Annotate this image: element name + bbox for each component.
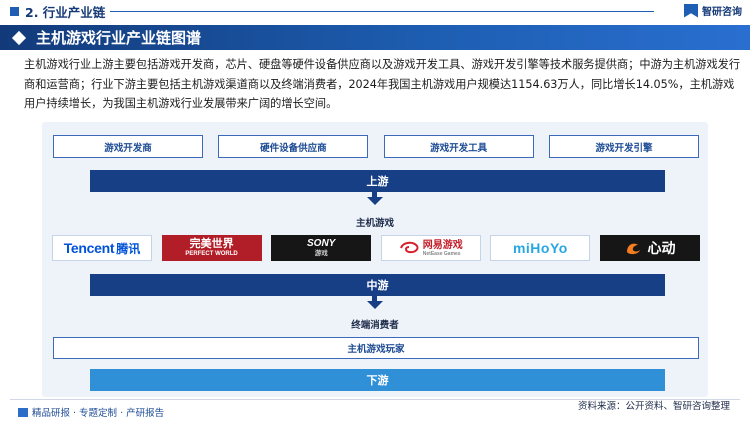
xindong-mark-icon bbox=[627, 243, 641, 255]
logo-netease-sub: NetEase Games bbox=[422, 250, 461, 257]
logo-sony-sub: 游戏 bbox=[314, 250, 328, 257]
down-arrow-icon bbox=[367, 301, 383, 309]
logo-tencent-text: Tencent bbox=[63, 240, 115, 256]
downstream-category: 终端消费者 bbox=[351, 320, 399, 331]
downstream-box-players: 主机游戏玩家 bbox=[53, 337, 699, 359]
brand: 智研咨询 bbox=[684, 3, 742, 18]
upstream-box-developer: 游戏开发商 bbox=[53, 135, 203, 158]
logo-mihoyo: miHoYo bbox=[490, 235, 591, 261]
logo-netease: 网易游戏 NetEase Games bbox=[380, 235, 481, 261]
header-divider bbox=[110, 11, 654, 12]
logo-sony-text: SONY bbox=[307, 238, 336, 249]
footer-tagline: 精品研报 · 专题定制 · 产研报告 bbox=[18, 405, 164, 419]
down-arrow-icon bbox=[367, 197, 383, 205]
upstream-box-tools: 游戏开发工具 bbox=[383, 135, 534, 158]
company-logos: Tencent 腾讯 完美世界 PERFECT WORLD SONY 游戏 网易… bbox=[52, 235, 700, 261]
upstream-box-hardware: 硬件设备供应商 bbox=[218, 135, 369, 158]
logo-sony: SONY 游戏 bbox=[271, 235, 372, 261]
title-bar: 主机游戏行业产业链图谱 bbox=[0, 25, 750, 50]
logo-tencent: Tencent 腾讯 bbox=[52, 235, 152, 261]
report-icon bbox=[18, 407, 28, 417]
logo-xindong-text: 心动 bbox=[647, 240, 676, 256]
netease-swirl-icon bbox=[399, 241, 419, 254]
footer-tagline-text: 精品研报 · 专题定制 · 产研报告 bbox=[32, 408, 165, 419]
logo-netease-text: 网易游戏 bbox=[422, 239, 463, 251]
footer-source: 资料来源：公开资料、智研咨询整理 bbox=[577, 401, 730, 412]
intro-paragraph: 主机游戏行业上游主要包括游戏开发商，芯片、硬盘等硬件设备供应商以及游戏开发工具、… bbox=[24, 58, 741, 110]
upstream-boxes: 游戏开发商 硬件设备供应商 游戏开发工具 游戏开发引擎 bbox=[53, 135, 699, 158]
midstream-band: 中游 bbox=[90, 274, 665, 296]
downstream-band: 下游 bbox=[90, 369, 665, 391]
brand-logo-icon bbox=[684, 3, 698, 18]
logo-mihoyo-text: miHoYo bbox=[512, 240, 568, 256]
upstream-box-engine: 游戏开发引擎 bbox=[548, 135, 699, 158]
brand-name: 智研咨询 bbox=[702, 7, 742, 18]
section-marker-icon bbox=[10, 6, 19, 16]
logo-perfect-world-text: 完美世界 bbox=[189, 238, 234, 250]
diamond-icon bbox=[11, 30, 27, 45]
logo-tencent-sub: 腾讯 bbox=[116, 241, 141, 256]
top-bar: 2. 行业产业链 智研咨询 bbox=[0, 0, 750, 22]
logo-xindong: 心动 bbox=[599, 235, 700, 261]
midstream-category: 主机游戏 bbox=[355, 218, 394, 229]
page-title: 主机游戏行业产业链图谱 bbox=[36, 29, 202, 47]
logo-perfect-world-sub: PERFECT WORLD bbox=[185, 251, 238, 257]
section-title: 2. 行业产业链 bbox=[25, 4, 106, 20]
logo-perfect-world: 完美世界 PERFECT WORLD bbox=[161, 235, 262, 261]
upstream-band: 上游 bbox=[90, 170, 665, 192]
